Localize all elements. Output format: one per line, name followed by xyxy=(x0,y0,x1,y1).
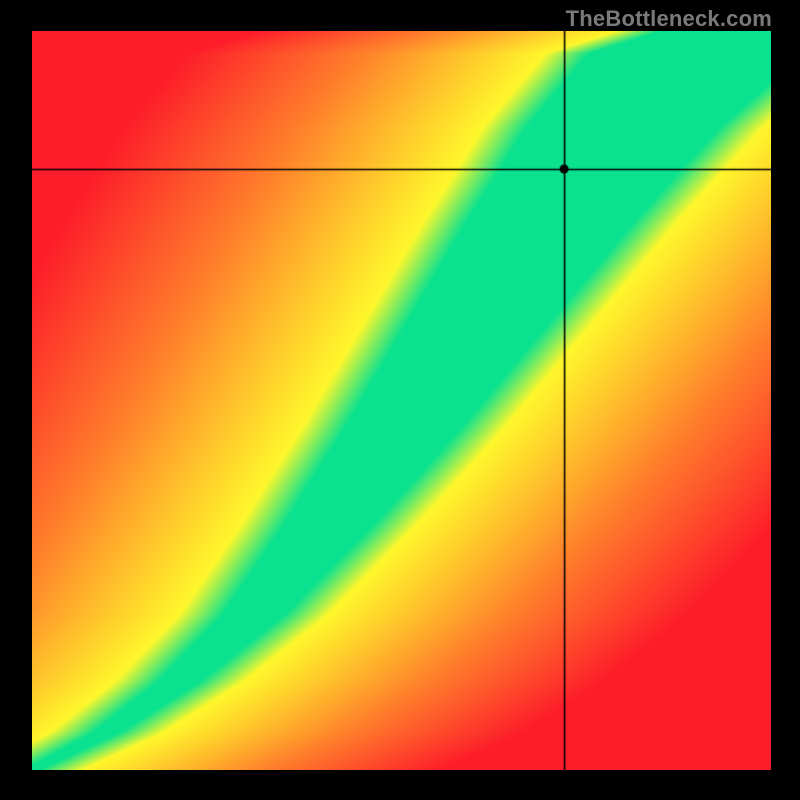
bottleneck-heatmap xyxy=(32,31,771,770)
chart-container: { "watermark": "TheBottleneck.com", "col… xyxy=(0,0,800,800)
watermark-text: TheBottleneck.com xyxy=(566,6,772,32)
